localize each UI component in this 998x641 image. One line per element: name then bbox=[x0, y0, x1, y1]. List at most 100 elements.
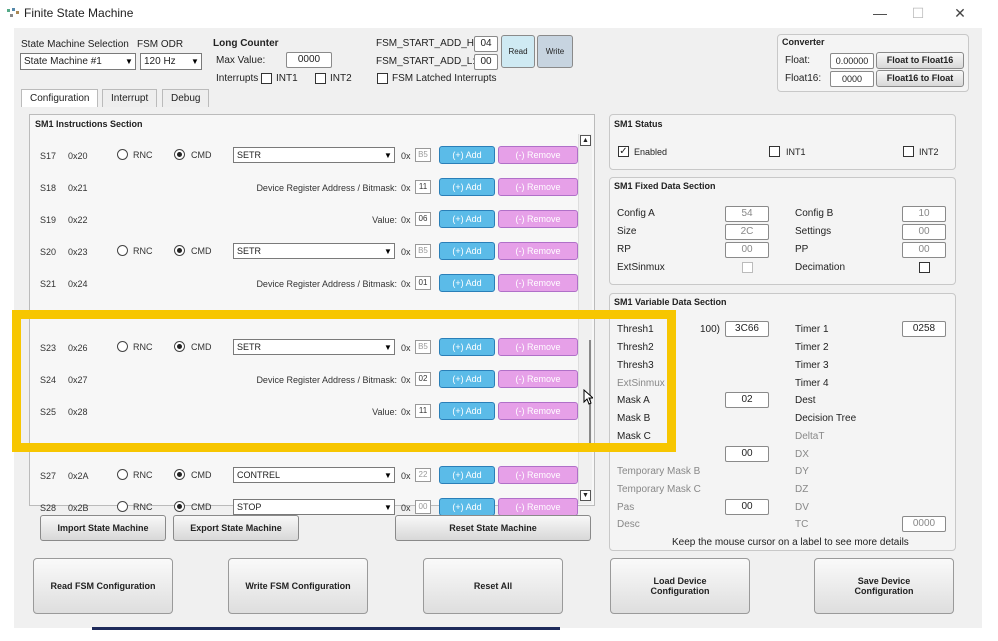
int1-checkbox[interactable] bbox=[261, 73, 272, 84]
start-add-h-label: FSM_START_ADD_H: bbox=[376, 38, 477, 49]
var-blank-input[interactable]: 00 bbox=[725, 446, 769, 462]
hex-input[interactable]: B5 bbox=[415, 244, 431, 258]
add-button[interactable]: (+) Add bbox=[439, 146, 495, 164]
hex-input[interactable]: 02 bbox=[415, 372, 431, 386]
tc-input[interactable]: 0000 bbox=[902, 516, 946, 532]
start-add-l-input[interactable]: 00 bbox=[474, 54, 498, 70]
add-button[interactable]: (+) Add bbox=[439, 274, 495, 292]
load-device-configuration-button[interactable]: Load Device Configuration bbox=[610, 558, 750, 614]
pas-input[interactable]: 00 bbox=[725, 499, 769, 515]
hex-input[interactable]: 11 bbox=[415, 180, 431, 194]
command-dropdown[interactable]: STOP ▼ bbox=[233, 499, 395, 515]
add-button[interactable]: (+) Add bbox=[439, 178, 495, 196]
add-button[interactable]: (+) Add bbox=[439, 210, 495, 228]
add-button[interactable]: (+) Add bbox=[439, 370, 495, 388]
decimation-checkbox[interactable] bbox=[919, 262, 930, 273]
add-button[interactable]: (+) Add bbox=[439, 498, 495, 516]
remove-button[interactable]: (-) Remove bbox=[498, 466, 578, 484]
rp-input[interactable]: 00 bbox=[725, 242, 769, 258]
cmd-radio[interactable] bbox=[174, 149, 185, 160]
cmd-radio[interactable] bbox=[174, 341, 185, 352]
hex-input[interactable]: B5 bbox=[415, 148, 431, 162]
pp-input[interactable]: 00 bbox=[902, 242, 946, 258]
close-button[interactable]: ✕ bbox=[950, 4, 970, 22]
rnc-radio[interactable] bbox=[117, 341, 128, 352]
add-button[interactable]: (+) Add bbox=[439, 402, 495, 420]
config-b-input[interactable]: 10 bbox=[902, 206, 946, 222]
config-a-input[interactable]: 54 bbox=[725, 206, 769, 222]
read-button[interactable]: Read bbox=[501, 35, 535, 68]
status-int2-checkbox[interactable] bbox=[903, 146, 914, 157]
rnc-radio[interactable] bbox=[117, 245, 128, 256]
settings-input[interactable]: 00 bbox=[902, 224, 946, 240]
timer1-input[interactable]: 0258 bbox=[902, 321, 946, 337]
maximize-button[interactable]: ☐ bbox=[908, 4, 928, 22]
extsinmux-label: ExtSinmux bbox=[617, 262, 665, 273]
write-fsm-configuration-button[interactable]: Write FSM Configuration bbox=[228, 558, 368, 614]
remove-button[interactable]: (-) Remove bbox=[498, 274, 578, 292]
tab-interrupt[interactable]: Interrupt bbox=[102, 89, 158, 107]
hex-input[interactable]: B5 bbox=[415, 340, 431, 354]
latched-checkbox[interactable] bbox=[377, 73, 388, 84]
max-value-input[interactable]: 0000 bbox=[286, 52, 332, 68]
cmd-radio[interactable] bbox=[174, 501, 185, 512]
add-button[interactable]: (+) Add bbox=[439, 242, 495, 260]
chevron-down-icon: ▼ bbox=[191, 57, 199, 66]
size-input[interactable]: 2C bbox=[725, 224, 769, 240]
hex-input[interactable]: 00 bbox=[415, 500, 431, 514]
float-to-float16-button[interactable]: Float to Float16 bbox=[876, 52, 964, 69]
status-title: SM1 Status bbox=[614, 119, 663, 129]
scroll-up-icon[interactable]: ▲ bbox=[580, 135, 591, 146]
row-id: S24 bbox=[40, 375, 57, 385]
hex-input[interactable]: 06 bbox=[415, 212, 431, 226]
row-address: 0x27 bbox=[68, 375, 88, 385]
minimize-button[interactable]: — bbox=[870, 4, 890, 22]
save-device-configuration-button[interactable]: Save Device Configuration bbox=[814, 558, 954, 614]
thresh1-input[interactable]: 3C66 bbox=[725, 321, 769, 337]
cmd-radio[interactable] bbox=[174, 245, 185, 256]
extsinmux-checkbox[interactable] bbox=[742, 262, 753, 273]
fsm-odr-dropdown[interactable]: 120 Hz ▼ bbox=[140, 53, 202, 70]
float16-to-float-button[interactable]: Float16 to Float bbox=[876, 70, 964, 87]
tab-debug[interactable]: Debug bbox=[162, 89, 210, 107]
scroll-down-icon[interactable]: ▼ bbox=[580, 490, 591, 501]
float16-input[interactable]: 0000 bbox=[830, 71, 874, 87]
write-button[interactable]: Write bbox=[537, 35, 573, 68]
import-state-machine-button[interactable]: Import State Machine bbox=[40, 515, 166, 541]
remove-button[interactable]: (-) Remove bbox=[498, 338, 578, 356]
remove-button[interactable]: (-) Remove bbox=[498, 178, 578, 196]
status-int1-checkbox[interactable] bbox=[769, 146, 780, 157]
command-dropdown[interactable]: SETR ▼ bbox=[233, 147, 395, 163]
float-input[interactable]: 0.00000 bbox=[830, 53, 874, 69]
reset-state-machine-button[interactable]: Reset State Machine bbox=[395, 515, 591, 541]
rnc-radio[interactable] bbox=[117, 149, 128, 160]
remove-button[interactable]: (-) Remove bbox=[498, 146, 578, 164]
remove-button[interactable]: (-) Remove bbox=[498, 498, 578, 516]
enabled-checkbox[interactable]: ✓ bbox=[618, 146, 629, 157]
hex-input[interactable]: 01 bbox=[415, 276, 431, 290]
remove-button[interactable]: (-) Remove bbox=[498, 370, 578, 388]
rnc-radio[interactable] bbox=[117, 469, 128, 480]
command-dropdown[interactable]: SETR ▼ bbox=[233, 243, 395, 259]
command-dropdown[interactable]: CONTREL ▼ bbox=[233, 467, 395, 483]
rnc-radio[interactable] bbox=[117, 501, 128, 512]
mask-a-label: Mask A bbox=[617, 395, 650, 406]
remove-button[interactable]: (-) Remove bbox=[498, 210, 578, 228]
hex-input[interactable]: 11 bbox=[415, 404, 431, 418]
remove-button[interactable]: (-) Remove bbox=[498, 242, 578, 260]
start-add-h-input[interactable]: 04 bbox=[474, 36, 498, 52]
tab-configuration[interactable]: Configuration bbox=[21, 89, 99, 107]
read-fsm-configuration-button[interactable]: Read FSM Configuration bbox=[33, 558, 173, 614]
export-state-machine-button[interactable]: Export State Machine bbox=[173, 515, 299, 541]
hex-input[interactable]: 22 bbox=[415, 468, 431, 482]
chevron-down-icon: ▼ bbox=[384, 503, 392, 512]
command-dropdown[interactable]: SETR ▼ bbox=[233, 339, 395, 355]
mask-a-input[interactable]: 02 bbox=[725, 392, 769, 408]
cmd-radio[interactable] bbox=[174, 469, 185, 480]
sm-selection-dropdown[interactable]: State Machine #1 ▼ bbox=[20, 53, 136, 70]
remove-button[interactable]: (-) Remove bbox=[498, 402, 578, 420]
reset-all-button[interactable]: Reset All bbox=[423, 558, 563, 614]
int2-checkbox[interactable] bbox=[315, 73, 326, 84]
add-button[interactable]: (+) Add bbox=[439, 338, 495, 356]
add-button[interactable]: (+) Add bbox=[439, 466, 495, 484]
